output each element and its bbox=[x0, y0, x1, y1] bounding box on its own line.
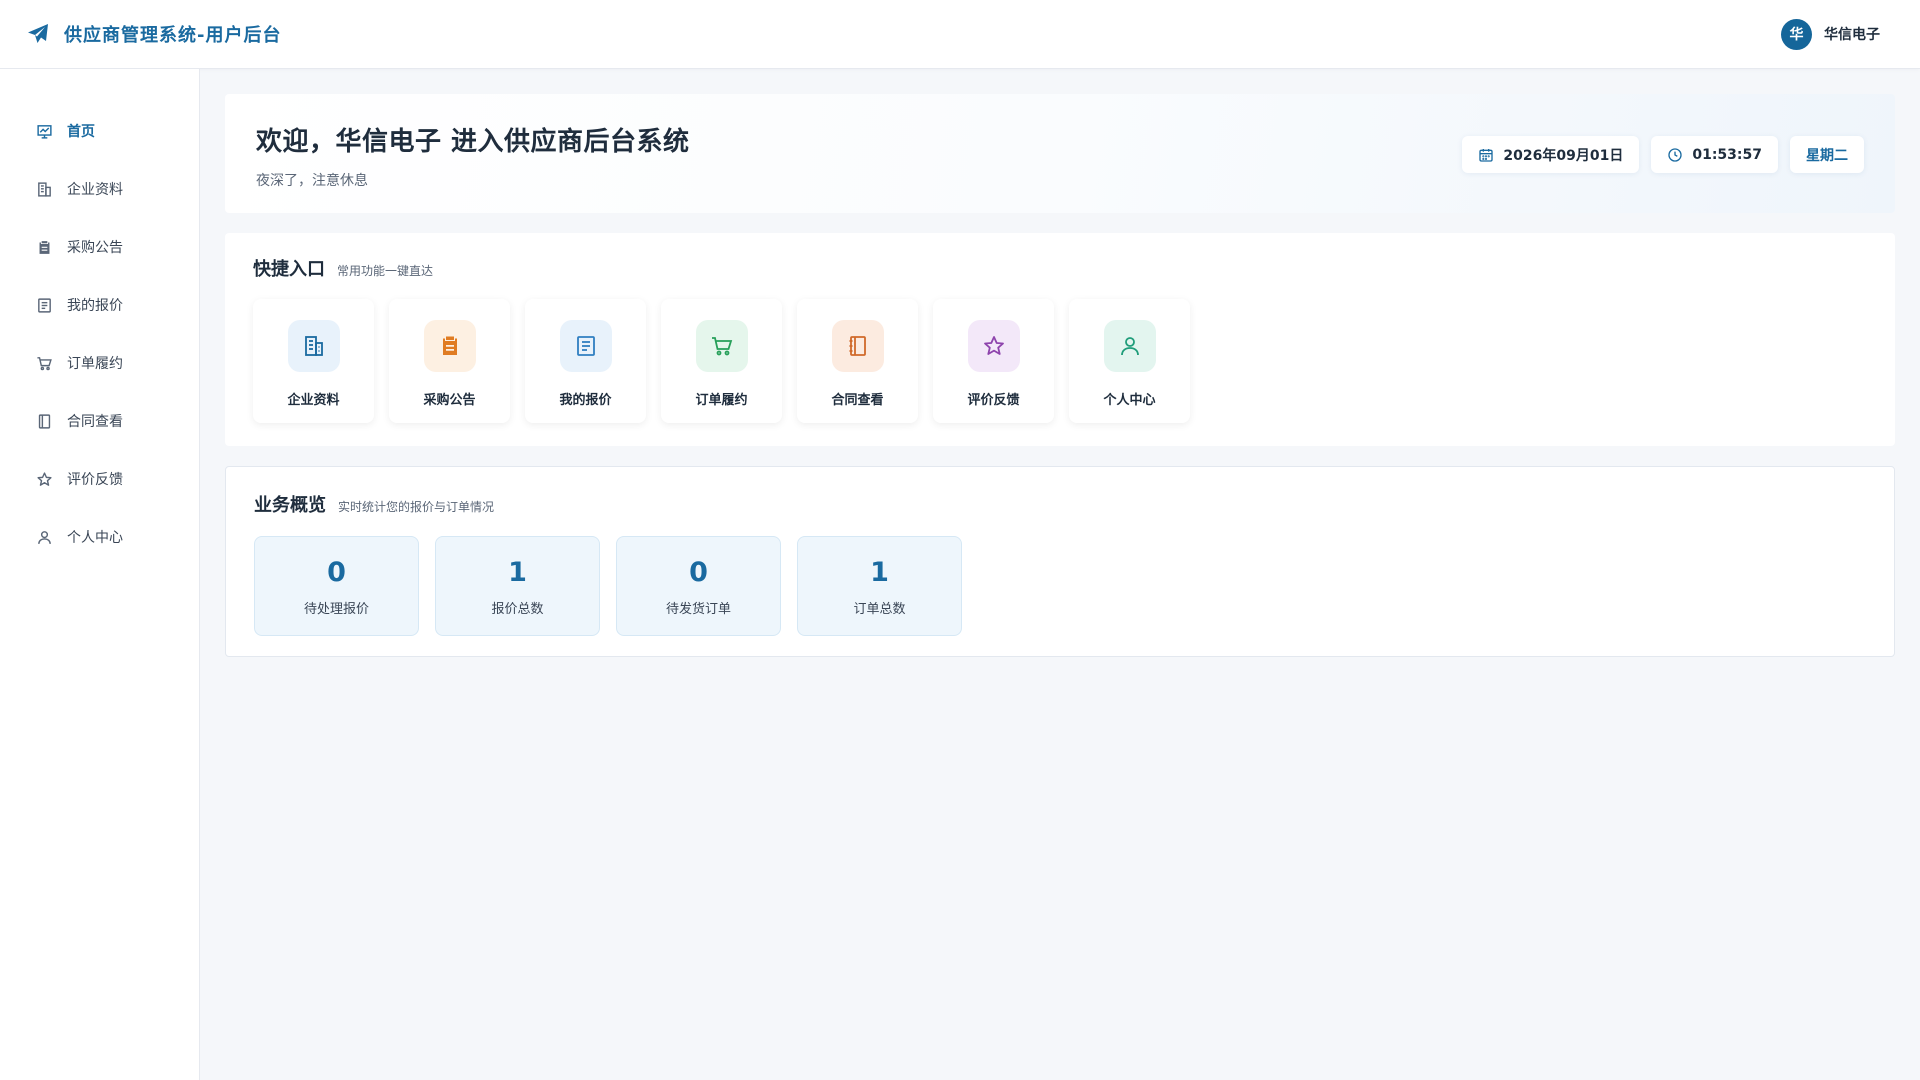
quick-icon-box bbox=[559, 320, 612, 372]
business-overview-title: 业务概览 bbox=[254, 495, 326, 516]
stat-total-quotes[interactable]: 1 报价总数 bbox=[435, 536, 600, 636]
stat-total-orders[interactable]: 1 订单总数 bbox=[797, 536, 962, 636]
user-menu[interactable]: 华 华信电子 bbox=[1781, 18, 1880, 50]
date-text: 2026年09月01日 bbox=[1503, 147, 1624, 164]
document-icon bbox=[576, 336, 595, 356]
business-overview-subtitle: 实时统计您的报价与订单情况 bbox=[338, 500, 495, 514]
paper-plane-icon bbox=[26, 22, 50, 46]
quick-icon-box bbox=[1103, 320, 1156, 372]
sidebar-item-label: 首页 bbox=[67, 124, 95, 140]
stat-value: 0 bbox=[327, 557, 346, 588]
stat-value: 1 bbox=[508, 557, 527, 588]
quick-icon-box bbox=[423, 320, 476, 372]
time-chip: 01:53:57 bbox=[1651, 136, 1778, 173]
sidebar-item-procurement-notice[interactable]: 采购公告 bbox=[0, 218, 199, 276]
quick-icon-box bbox=[967, 320, 1020, 372]
quick-item-procurement-notice[interactable]: 采购公告 bbox=[389, 299, 510, 423]
quick-item-order-fulfillment[interactable]: 订单履约 bbox=[661, 299, 782, 423]
time-text: 01:53:57 bbox=[1692, 146, 1762, 163]
quick-icon-box bbox=[695, 320, 748, 372]
brand[interactable]: 供应商管理系统-用户后台 bbox=[26, 21, 281, 47]
clipboard-icon bbox=[442, 336, 457, 355]
sidebar-item-contracts[interactable]: 合同查看 bbox=[0, 392, 199, 450]
notebook-icon bbox=[849, 336, 866, 356]
sidebar-item-label: 合同查看 bbox=[67, 414, 123, 430]
user-name[interactable]: 华信电子 bbox=[1824, 24, 1880, 44]
sidebar-item-company-profile[interactable]: 企业资料 bbox=[0, 160, 199, 218]
stat-label: 订单总数 bbox=[853, 602, 906, 617]
quick-item-contracts[interactable]: 合同查看 bbox=[797, 299, 918, 423]
business-overview-card: 业务概览 实时统计您的报价与订单情况 0 待处理报价 1 报价总数 0 待发货订… bbox=[225, 466, 1895, 657]
quick-access-grid: 企业资料 采购公告 我的报价 订单履约 合同查看 评价反馈 个人中心 bbox=[253, 299, 1867, 423]
sidebar-item-my-quotes[interactable]: 我的报价 bbox=[0, 276, 199, 334]
quick-access-header: 快捷入口 常用功能一键直达 bbox=[253, 255, 1867, 281]
welcome-subtitle: 夜深了，注意休息 bbox=[256, 173, 368, 189]
avatar[interactable]: 华 bbox=[1781, 18, 1812, 50]
star-icon bbox=[36, 471, 53, 488]
stat-pending-quotes[interactable]: 0 待处理报价 bbox=[254, 536, 419, 636]
top-header: 供应商管理系统-用户后台 华 华信电子 bbox=[0, 0, 1920, 69]
sidebar-item-label: 我的报价 bbox=[67, 298, 123, 314]
sidebar-item-order-fulfillment[interactable]: 订单履约 bbox=[0, 334, 199, 392]
chart-board-icon bbox=[36, 123, 53, 140]
quick-item-label: 评价反馈 bbox=[967, 393, 1020, 408]
stat-value: 0 bbox=[689, 557, 708, 588]
weekday-chip: 星期二 bbox=[1790, 136, 1864, 173]
building-icon bbox=[36, 181, 53, 198]
stat-value: 1 bbox=[870, 557, 889, 588]
sidebar-item-label: 采购公告 bbox=[67, 240, 123, 256]
star-icon bbox=[983, 336, 1004, 355]
stat-label: 报价总数 bbox=[491, 602, 544, 617]
app-title: 供应商管理系统-用户后台 bbox=[64, 25, 282, 46]
sidebar-item-feedback[interactable]: 评价反馈 bbox=[0, 450, 199, 508]
quick-item-label: 个人中心 bbox=[1103, 393, 1156, 408]
quick-access-title: 快捷入口 bbox=[253, 259, 325, 280]
quick-item-label: 合同查看 bbox=[831, 393, 884, 408]
quick-access-card: 快捷入口 常用功能一键直达 企业资料 采购公告 我的报价 订单履约 合同查看 评… bbox=[225, 233, 1895, 446]
stat-label: 待处理报价 bbox=[303, 602, 369, 617]
cart-icon bbox=[711, 337, 732, 356]
clipboard-icon bbox=[36, 239, 53, 256]
weekday-text: 星期二 bbox=[1806, 147, 1848, 164]
main-content: 欢迎，华信电子 进入供应商后台系统 夜深了，注意休息 2026年09月01日 0… bbox=[200, 69, 1920, 1080]
sidebar: 首页 企业资料 采购公告 我的报价 订单履约 合同查看 评价反馈 个人中心 bbox=[0, 69, 200, 1080]
sidebar-item-label: 企业资料 bbox=[67, 182, 123, 198]
quick-item-label: 订单履约 bbox=[695, 393, 748, 408]
quick-item-company-profile[interactable]: 企业资料 bbox=[253, 299, 374, 423]
quick-item-my-quotes[interactable]: 我的报价 bbox=[525, 299, 646, 423]
stat-pending-shipments[interactable]: 0 待发货订单 bbox=[616, 536, 781, 636]
quick-icon-box bbox=[831, 320, 884, 372]
sidebar-item-home[interactable]: 首页 bbox=[0, 102, 199, 160]
sidebar-item-label: 个人中心 bbox=[67, 530, 123, 546]
business-overview-header: 业务概览 实时统计您的报价与订单情况 bbox=[254, 491, 1866, 517]
document-icon bbox=[36, 297, 53, 314]
sidebar-item-profile[interactable]: 个人中心 bbox=[0, 508, 199, 566]
sidebar-item-label: 评价反馈 bbox=[67, 472, 123, 488]
stat-grid: 0 待处理报价 1 报价总数 0 待发货订单 1 订单总数 bbox=[254, 536, 1866, 636]
stat-label: 待发货订单 bbox=[665, 602, 731, 617]
welcome-banner: 欢迎，华信电子 进入供应商后台系统 夜深了，注意休息 2026年09月01日 0… bbox=[225, 94, 1895, 213]
user-icon bbox=[36, 529, 53, 546]
sidebar-item-label: 订单履约 bbox=[67, 356, 123, 372]
datetime-chips: 2026年09月01日 01:53:57 星期二 bbox=[1462, 136, 1864, 173]
quick-icon-box bbox=[287, 320, 340, 372]
quick-item-label: 我的报价 bbox=[559, 393, 612, 408]
quick-item-label: 采购公告 bbox=[423, 393, 476, 408]
date-chip: 2026年09月01日 bbox=[1462, 136, 1640, 173]
quick-item-feedback[interactable]: 评价反馈 bbox=[933, 299, 1054, 423]
quick-item-label: 企业资料 bbox=[287, 393, 340, 408]
cart-icon bbox=[36, 355, 53, 372]
notebook-icon bbox=[36, 413, 53, 430]
user-icon bbox=[1120, 337, 1139, 356]
calendar-icon bbox=[1478, 147, 1494, 163]
building-icon bbox=[304, 336, 323, 356]
clock-icon bbox=[1667, 147, 1683, 163]
quick-item-profile[interactable]: 个人中心 bbox=[1069, 299, 1190, 423]
quick-access-subtitle: 常用功能一键直达 bbox=[337, 264, 434, 278]
